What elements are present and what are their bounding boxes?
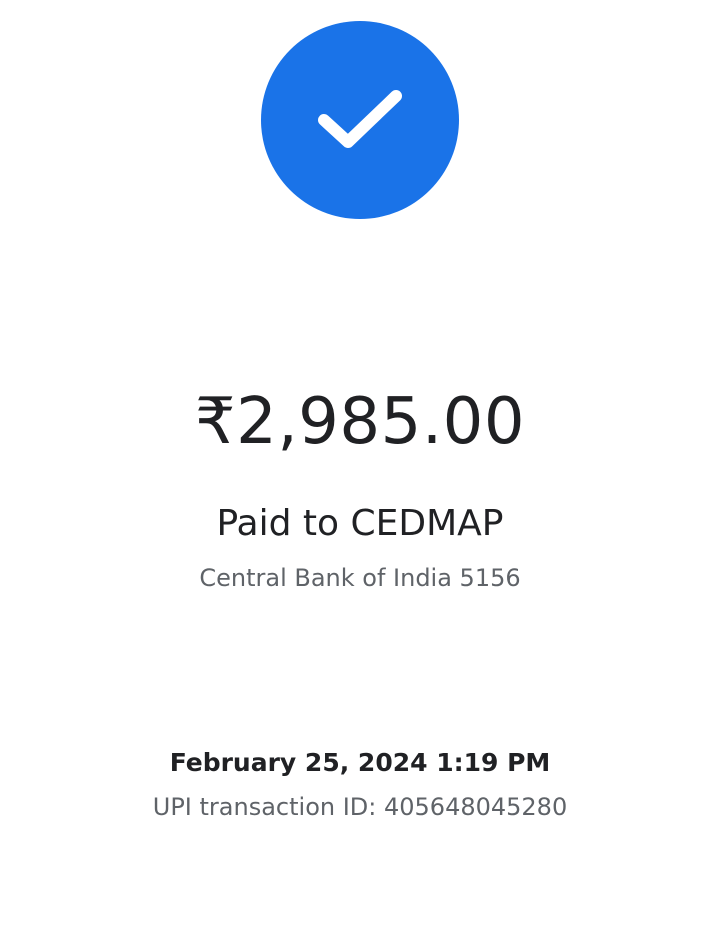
transaction-id: UPI transaction ID: 405648045280 (152, 793, 568, 821)
payee-line: Paid to CEDMAP (216, 503, 504, 544)
success-badge (261, 21, 459, 219)
payment-success-screen: ₹2,985.00 Paid to CEDMAP Central Bank of… (0, 0, 720, 943)
bank-account-line: Central Bank of India 5156 (199, 564, 521, 592)
transaction-datetime: February 25, 2024 1:19 PM (169, 748, 551, 777)
payment-amount: ₹2,985.00 (194, 385, 526, 459)
check-icon (318, 90, 402, 148)
